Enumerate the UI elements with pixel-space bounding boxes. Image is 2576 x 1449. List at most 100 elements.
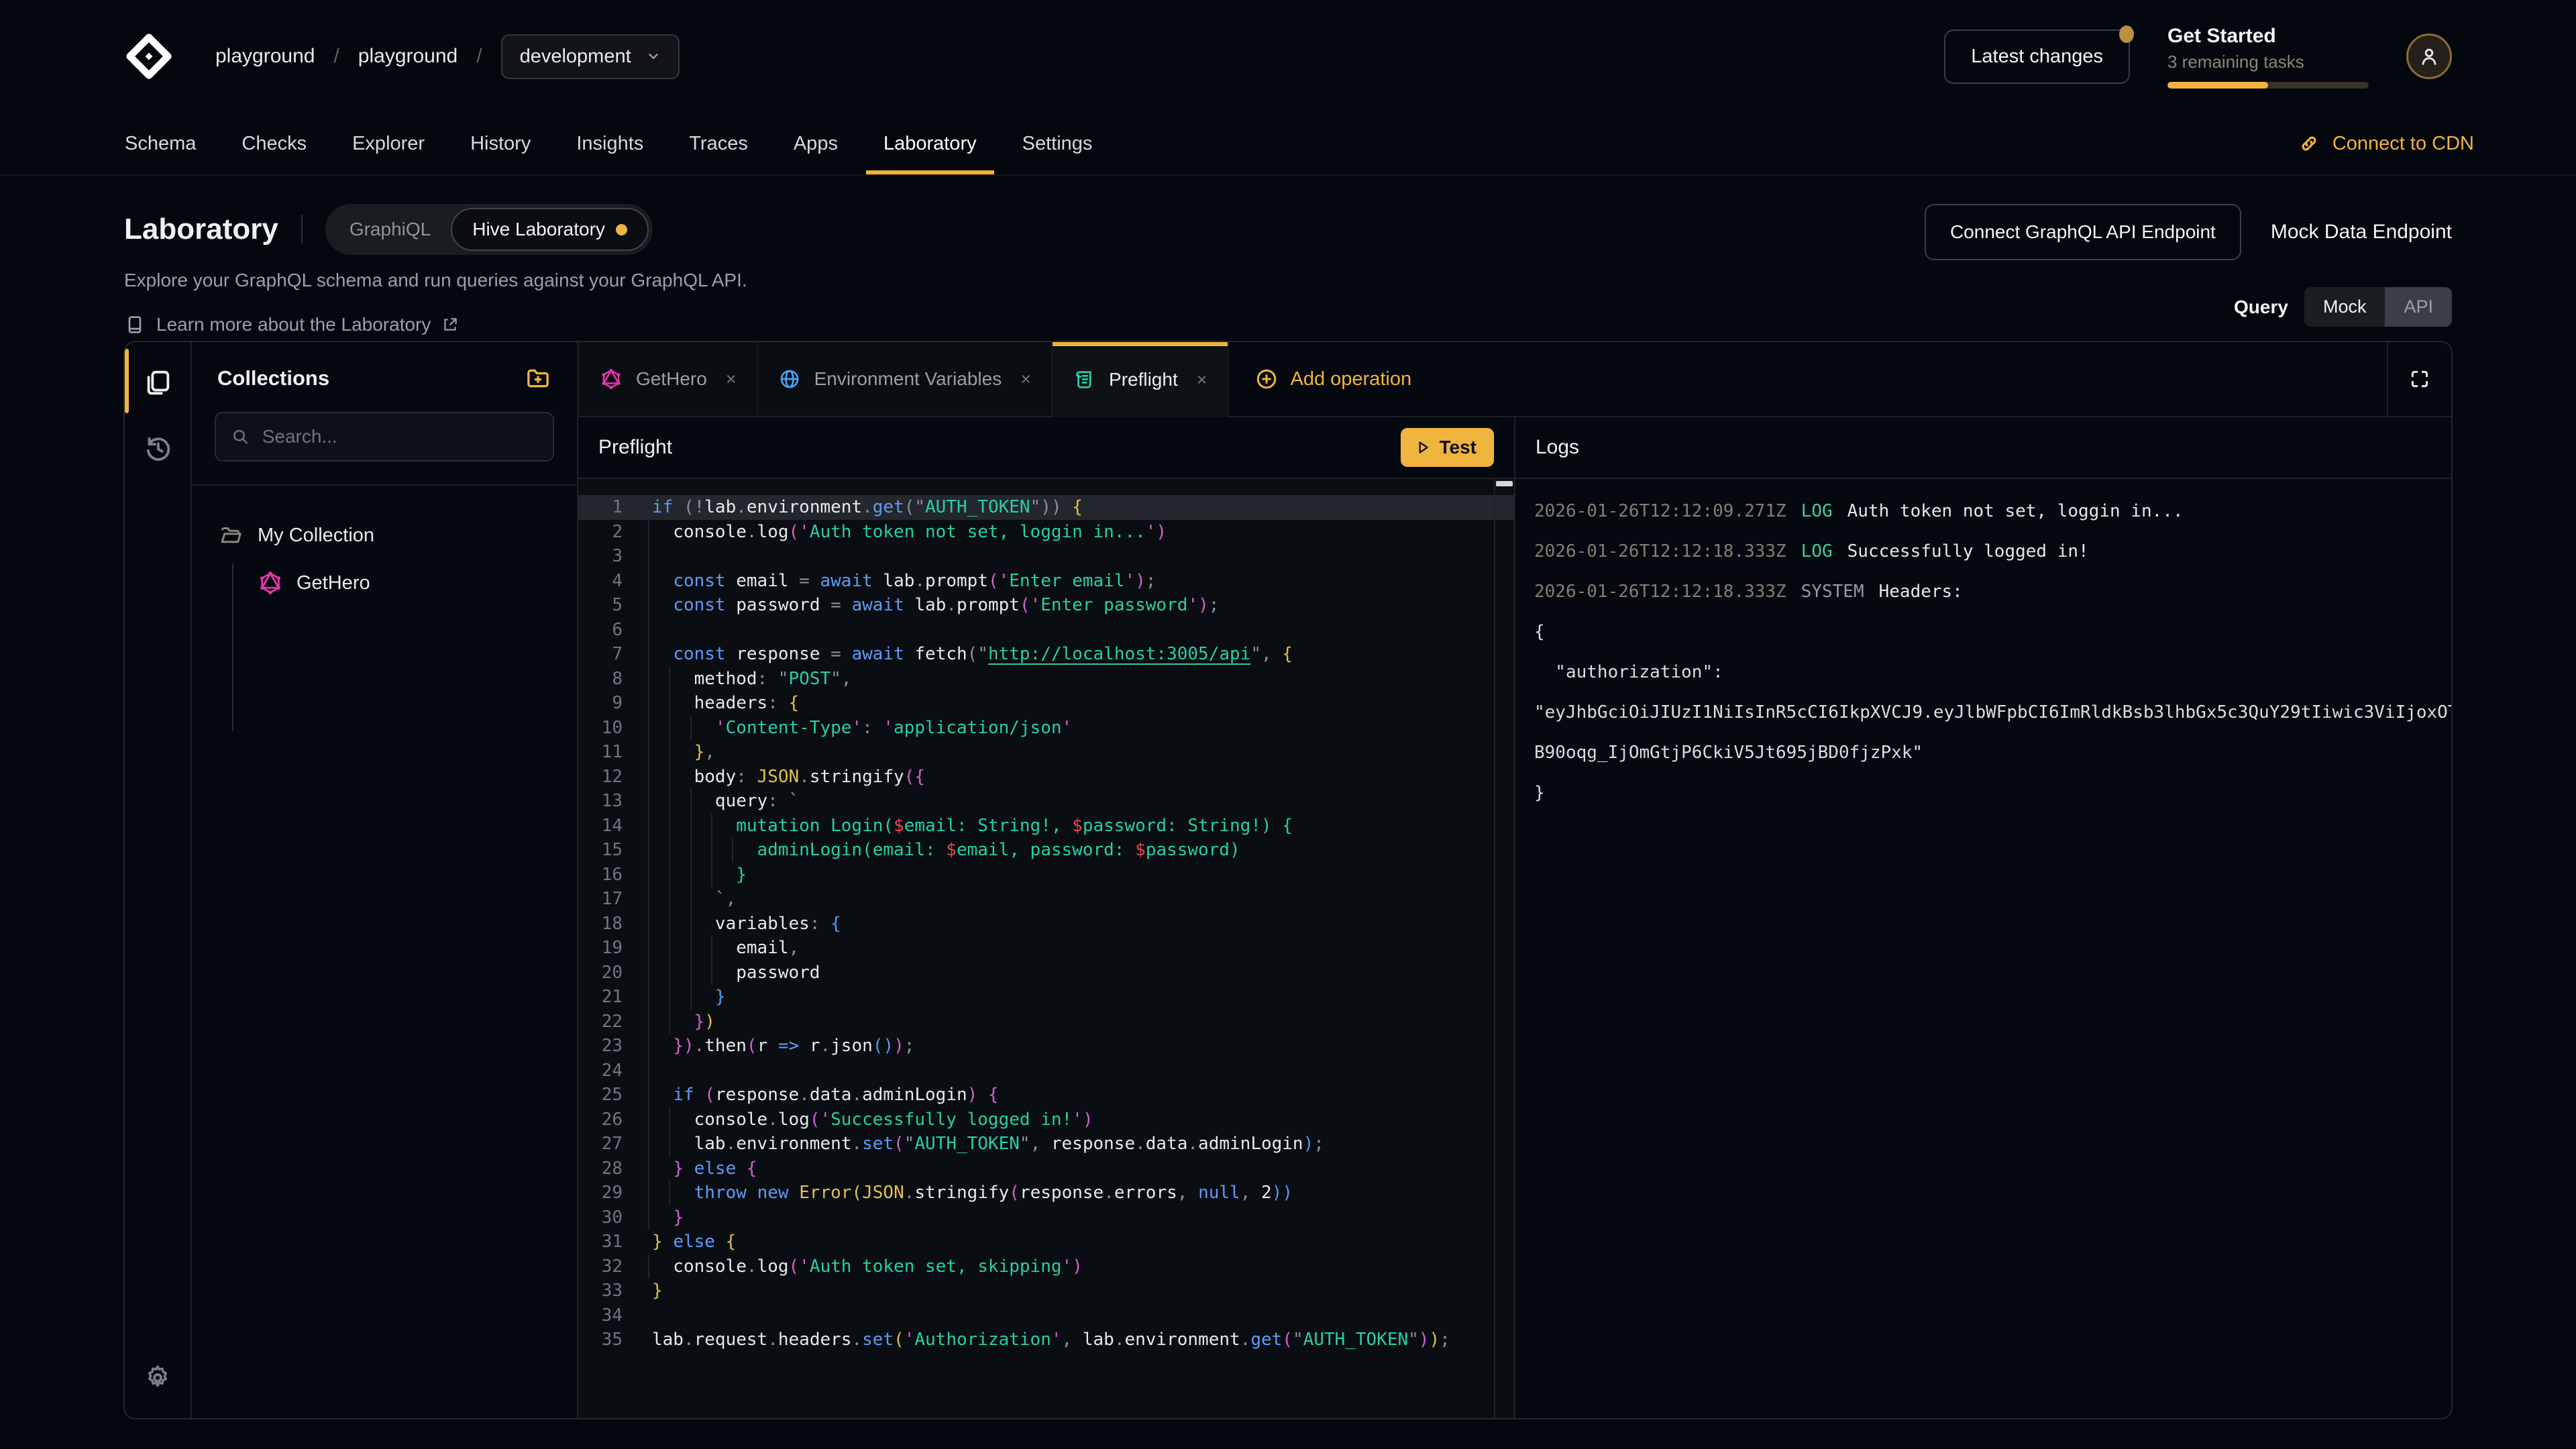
log-entry: 2026-01-26T12:12:18.333ZLOGSuccessfully … bbox=[1534, 538, 2451, 578]
close-icon[interactable]: × bbox=[726, 369, 737, 390]
code-line[interactable]: 24 bbox=[578, 1059, 1514, 1083]
code-line[interactable]: 8 method: "POST", bbox=[578, 667, 1514, 692]
log-output[interactable]: 2026-01-26T12:12:09.271ZLOGAuth token no… bbox=[1515, 479, 2451, 1418]
nav-tab-schema[interactable]: Schema bbox=[102, 113, 219, 174]
close-icon[interactable]: × bbox=[1020, 369, 1031, 390]
line-number: 1 bbox=[578, 495, 643, 520]
collection-name: My Collection bbox=[258, 525, 374, 547]
code-line[interactable]: 13 query: ` bbox=[578, 789, 1514, 814]
code-line[interactable]: 31} else { bbox=[578, 1230, 1514, 1254]
get-started-progressbar bbox=[2167, 82, 2369, 89]
settings-rail-button[interactable] bbox=[136, 1356, 179, 1399]
code-line[interactable]: 17 `, bbox=[578, 887, 1514, 912]
code-line[interactable]: 7 const response = await fetch("http://l… bbox=[578, 642, 1514, 667]
add-collection-button[interactable] bbox=[525, 365, 551, 392]
line-number: 22 bbox=[578, 1010, 643, 1034]
add-operation-button[interactable]: Add operation bbox=[1229, 342, 1438, 416]
code-line[interactable]: 15 adminLogin(email: $email, password: $… bbox=[578, 838, 1514, 863]
target-selector[interactable]: development bbox=[501, 34, 680, 79]
collections-rail-button[interactable] bbox=[136, 361, 179, 404]
code-line[interactable]: 19 email, bbox=[578, 936, 1514, 961]
query-mode-api[interactable]: API bbox=[2385, 287, 2452, 327]
nav-tab-apps[interactable]: Apps bbox=[771, 113, 861, 174]
scrollbar-thumb[interactable] bbox=[1496, 481, 1513, 486]
nav-tab-laboratory[interactable]: Laboratory bbox=[861, 113, 1000, 174]
user-avatar[interactable] bbox=[2406, 34, 2452, 79]
code-line[interactable]: 26 console.log('Successfully logged in!'… bbox=[578, 1108, 1514, 1132]
line-number: 23 bbox=[578, 1034, 643, 1059]
get-started-widget[interactable]: Get Started 3 remaining tasks bbox=[2167, 25, 2369, 89]
log-entry: B90oqg_IjOmGtjP6CkiV5Jt695jBD0fjzPxk" bbox=[1534, 739, 2451, 780]
search-input[interactable] bbox=[262, 426, 538, 447]
nav-tab-insights[interactable]: Insights bbox=[553, 113, 666, 174]
code-line[interactable]: 3 bbox=[578, 544, 1514, 569]
link-icon bbox=[2298, 132, 2320, 155]
connect-endpoint-button[interactable]: Connect GraphQL API Endpoint bbox=[1925, 204, 2241, 260]
code-line[interactable]: 2 console.log('Auth token not set, loggi… bbox=[578, 520, 1514, 545]
tab-environment-variables[interactable]: Environment Variables × bbox=[758, 342, 1053, 416]
mode-graphiql[interactable]: GraphiQL bbox=[329, 209, 451, 250]
code-line[interactable]: 27 lab.environment.set("AUTH_TOKEN", res… bbox=[578, 1132, 1514, 1157]
breadcrumb-separator: / bbox=[333, 45, 339, 68]
line-number: 27 bbox=[578, 1132, 643, 1157]
nav-tab-checks[interactable]: Checks bbox=[219, 113, 329, 174]
code-line[interactable]: 21 } bbox=[578, 985, 1514, 1010]
code-line[interactable]: 12 body: JSON.stringify({ bbox=[578, 765, 1514, 790]
code-line[interactable]: 4 const email = await lab.prompt('Enter … bbox=[578, 569, 1514, 594]
line-number: 24 bbox=[578, 1059, 643, 1083]
code-line[interactable]: 10 'Content-Type': 'application/json' bbox=[578, 716, 1514, 741]
line-number: 12 bbox=[578, 765, 643, 790]
latest-changes-button[interactable]: Latest changes bbox=[1944, 30, 2130, 84]
code-line[interactable]: 33} bbox=[578, 1279, 1514, 1303]
code-line[interactable]: 28 } else { bbox=[578, 1157, 1514, 1181]
mode-hive-laboratory[interactable]: Hive Laboratory bbox=[451, 208, 649, 251]
code-line[interactable]: 14 mutation Login($email: String!, $pass… bbox=[578, 814, 1514, 839]
connect-to-cdn-link[interactable]: Connect to CDN bbox=[2298, 113, 2474, 174]
mode-hive-label: Hive Laboratory bbox=[472, 219, 605, 240]
code-editor[interactable]: 1if (!lab.environment.get("AUTH_TOKEN"))… bbox=[578, 479, 1514, 1418]
breadcrumb-project[interactable]: playground bbox=[358, 45, 458, 68]
code-line[interactable]: 34 bbox=[578, 1303, 1514, 1328]
learn-more-link[interactable]: Learn more about the Laboratory bbox=[124, 314, 747, 335]
code-line[interactable]: 16 } bbox=[578, 863, 1514, 888]
line-number: 16 bbox=[578, 863, 643, 888]
close-icon[interactable]: × bbox=[1197, 370, 1208, 390]
editor-title: Preflight bbox=[598, 436, 672, 459]
nav-tab-traces[interactable]: Traces bbox=[666, 113, 771, 174]
history-rail-button[interactable] bbox=[136, 427, 179, 470]
code-line[interactable]: 35lab.request.headers.set('Authorization… bbox=[578, 1328, 1514, 1352]
tab-gethero[interactable]: GetHero × bbox=[578, 342, 758, 416]
operation-row[interactable]: GetHero bbox=[258, 570, 577, 596]
nav-tab-settings[interactable]: Settings bbox=[1000, 113, 1116, 174]
nav-tab-history[interactable]: History bbox=[447, 113, 553, 174]
collections-search[interactable] bbox=[215, 412, 554, 462]
code-line[interactable]: 23 }).then(r => r.json()); bbox=[578, 1034, 1514, 1059]
mock-data-endpoint-label[interactable]: Mock Data Endpoint bbox=[2271, 221, 2452, 244]
query-mode-switch[interactable]: Mock API bbox=[2304, 287, 2452, 327]
line-number: 25 bbox=[578, 1083, 643, 1108]
code-line[interactable]: 6 bbox=[578, 618, 1514, 643]
code-line[interactable]: 22 }) bbox=[578, 1010, 1514, 1034]
query-mode-mock[interactable]: Mock bbox=[2304, 287, 2385, 327]
fullscreen-button[interactable] bbox=[2387, 342, 2451, 416]
nav-tab-explorer[interactable]: Explorer bbox=[329, 113, 447, 174]
collection-folder-row[interactable]: My Collection bbox=[219, 523, 577, 547]
code-line[interactable]: 1if (!lab.environment.get("AUTH_TOKEN"))… bbox=[578, 495, 1514, 520]
code-line[interactable]: 11 }, bbox=[578, 740, 1514, 765]
tab-preflight[interactable]: Preflight × bbox=[1053, 342, 1229, 417]
line-number: 19 bbox=[578, 936, 643, 961]
code-line[interactable]: 5 const password = await lab.prompt('Ent… bbox=[578, 593, 1514, 618]
code-line[interactable]: 29 throw new Error(JSON.stringify(respon… bbox=[578, 1181, 1514, 1205]
editor-scrollbar[interactable] bbox=[1494, 479, 1514, 1418]
code-line[interactable]: 9 headers: { bbox=[578, 691, 1514, 716]
latest-changes-label: Latest changes bbox=[1971, 46, 2103, 67]
code-line[interactable]: 32 console.log('Auth token set, skipping… bbox=[578, 1254, 1514, 1279]
code-line[interactable]: 30 } bbox=[578, 1205, 1514, 1230]
code-line[interactable]: 18 variables: { bbox=[578, 912, 1514, 936]
code-line[interactable]: 20 password bbox=[578, 961, 1514, 985]
page-title: Laboratory bbox=[124, 213, 278, 246]
code-line[interactable]: 25 if (response.data.adminLogin) { bbox=[578, 1083, 1514, 1108]
hive-logo-icon[interactable] bbox=[124, 32, 174, 81]
test-button[interactable]: Test bbox=[1401, 428, 1495, 467]
breadcrumb-org[interactable]: playground bbox=[215, 45, 315, 68]
